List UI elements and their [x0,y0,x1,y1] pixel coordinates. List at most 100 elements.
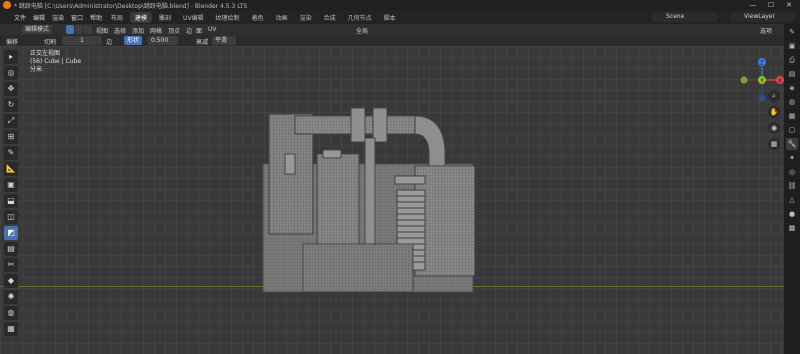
measure-icon[interactable]: 📐 [4,162,18,176]
extrude-icon[interactable]: ⬓ [4,194,18,208]
gizmo-x-label: X [778,79,782,85]
camera-icon[interactable]: ◉ [768,122,780,134]
texture-props-icon[interactable]: ▩ [786,222,798,234]
tab-modeling[interactable]: 建模 [130,12,153,23]
mode-selector[interactable]: 编辑模式 [22,25,53,34]
blender-logo-icon [3,1,11,9]
menu-file[interactable]: 文件 [14,13,26,22]
add-cube-icon[interactable]: ▣ [4,178,18,192]
window-controls: — ☐ ✕ [744,0,798,10]
scene-selector[interactable]: Scene [652,12,718,22]
inset-icon[interactable]: ◫ [4,210,18,224]
grid-icon[interactable]: ▦ [768,138,780,150]
face-select-mode[interactable] [84,25,92,34]
menu-edge[interactable]: 边 [186,26,192,35]
gizmo-z-label: Z [760,61,764,67]
window-titlebar: * 跳跃电脑 [C:\Users\Administrator\Desktop\跳… [0,0,800,10]
collection-props-icon[interactable]: ▦ [786,110,798,122]
options-menu[interactable]: 选项 [760,26,772,35]
loop-cut-icon[interactable]: ▤ [4,242,18,256]
tab-scripting[interactable]: 脚本 [379,12,401,23]
vertex-select-mode[interactable] [66,25,74,34]
menu-vertex[interactable]: 顶点 [168,26,180,35]
tab-geometry-nodes[interactable]: 几何节点 [343,12,377,23]
mesh-wireframe[interactable] [255,94,495,294]
edge-select-mode[interactable] [75,25,83,34]
view-layer-name: ViewLayer [744,13,775,20]
menu-uv[interactable]: UV [208,26,217,33]
object-info: (56) Cube | Cube [30,58,82,65]
view-name: 正交左视图 [30,50,61,57]
smooth-icon[interactable]: ◍ [4,306,18,320]
tool-props-icon[interactable]: ✎ [786,26,798,38]
tab-rendering[interactable]: 渲染 [295,12,317,23]
properties-tab-strip: ✎ ▣ ⎙ ▤ ◈ ◍ ▦ ▢ 🔧 ✦ ◎ ⛓ △ ● ▩ [784,24,800,354]
falloff-field[interactable]: 平滑 [212,36,236,45]
tab-texture-paint[interactable]: 纹理绘制 [211,12,245,23]
data-props-icon[interactable]: △ [786,194,798,206]
render-props-icon[interactable]: ▣ [786,40,798,52]
physics-props-icon[interactable]: ◎ [786,166,798,178]
tab-uv-editing[interactable]: UV编辑 [178,12,209,23]
view-layer-selector[interactable]: ViewLayer [730,12,794,22]
annotate-icon[interactable]: ✎ [4,146,18,160]
scale-icon[interactable]: ⤢ [4,114,18,128]
tab-animation[interactable]: 动画 [271,12,293,23]
menu-edit[interactable]: 编辑 [33,13,45,22]
viewport-header: 编辑模式 视图 选择 添加 网格 顶点 边 面 UV 全局 选项 [0,24,800,35]
select-tool[interactable]: ▸ [4,50,18,64]
menu-render[interactable]: 渲染 [52,13,64,22]
modifier-props-icon[interactable]: 🔧 [786,138,798,150]
viewport-info: 正交左视图 (56) Cube | Cube 分米 [30,50,81,74]
window-title: * 跳跃电脑 [C:\Users\Administrator\Desktop\跳… [14,3,248,10]
pan-hand-icon[interactable]: ✋ [768,106,780,118]
tab-shading[interactable]: 着色 [247,12,269,23]
tab-compositing[interactable]: 合成 [319,12,341,23]
constraints-props-icon[interactable]: ⛓ [786,180,798,192]
transform-orientation[interactable]: 全局 [356,26,368,35]
menu-mesh[interactable]: 网格 [150,26,162,35]
units-label: 分米 [30,66,43,73]
edge-label: 边 [106,39,113,46]
move-icon[interactable]: ✥ [4,82,18,96]
viewport-nav-buttons: ⌕ ✋ ◉ ▦ [768,90,782,154]
smooth-label[interactable]: 形状 [124,36,143,45]
smooth-field[interactable]: 0.500 [148,36,178,45]
menu-face[interactable]: 面 [196,26,202,35]
poly-build-icon[interactable]: ◆ [4,274,18,288]
main-menus: 文件 编辑 渲染 窗口 帮助 [14,13,102,22]
object-props-icon[interactable]: ▢ [786,124,798,136]
scene-props-icon[interactable]: ◈ [786,82,798,94]
view-layer-props-icon[interactable]: ▤ [786,68,798,80]
menu-help[interactable]: 帮助 [90,13,102,22]
rotate-icon[interactable]: ↻ [4,98,18,112]
knife-icon[interactable]: ✂ [4,258,18,272]
cuts-label: 切割 [44,39,57,46]
transform-icon[interactable]: ⊞ [4,130,18,144]
minimize-button[interactable]: — [744,0,762,10]
cuts-field[interactable]: 1 [62,36,102,45]
falloff-label: 衰减 [196,39,209,46]
cursor-icon[interactable]: ◎ [4,66,18,80]
output-props-icon[interactable]: ⎙ [786,54,798,66]
top-menubar: 文件 编辑 渲染 窗口 帮助 布局 建模 雕刻 UV编辑 纹理绘制 着色 动画 … [0,10,800,24]
tab-sculpting[interactable]: 雕刻 [154,12,176,23]
menu-view[interactable]: 视图 [96,26,108,35]
close-button[interactable]: ✕ [780,0,798,10]
world-props-icon[interactable]: ◍ [786,96,798,108]
workspace-tabs: 布局 建模 雕刻 UV编辑 纹理绘制 着色 动画 渲染 合成 几何节点 脚本 [106,12,401,23]
bevel-icon[interactable]: ◩ [4,226,18,240]
maximize-button[interactable]: ☐ [762,0,780,10]
menu-window[interactable]: 窗口 [71,13,83,22]
operator-header: 偏移 切割 1 边 形状 0.500 衰减 平滑 [0,35,800,46]
menu-add[interactable]: 添加 [132,26,144,35]
operator-name: 偏移 [6,39,19,46]
edge-slide-icon[interactable]: ▦ [4,322,18,336]
tool-shelf: ▸ ◎ ✥ ↻ ⤢ ⊞ ✎ 📐 ▣ ⬓ ◫ ◩ ▤ ✂ ◆ ✺ ◍ ▦ [4,50,20,338]
material-props-icon[interactable]: ● [786,208,798,220]
spin-icon[interactable]: ✺ [4,290,18,304]
particles-props-icon[interactable]: ✦ [786,152,798,164]
zoom-icon[interactable]: ⌕ [768,90,780,102]
menu-select[interactable]: 选择 [114,26,126,35]
tab-layout[interactable]: 布局 [106,12,128,23]
